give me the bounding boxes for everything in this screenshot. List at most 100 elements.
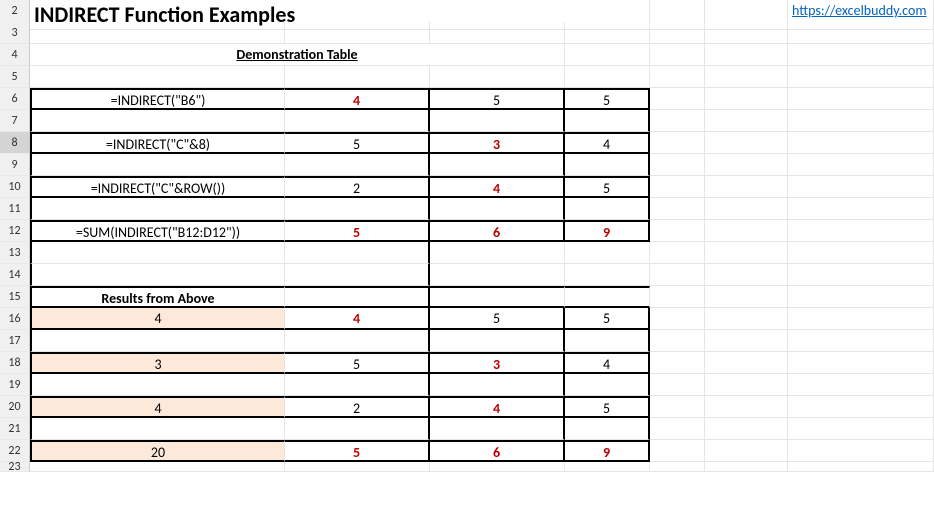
row-header[interactable]: 15 — [0, 286, 30, 308]
cell[interactable] — [30, 66, 285, 88]
cell[interactable] — [430, 22, 565, 44]
cell[interactable] — [705, 44, 788, 66]
cell-result[interactable]: 4 — [30, 396, 285, 418]
cell[interactable] — [788, 198, 934, 220]
cell[interactable] — [565, 330, 650, 352]
cell[interactable] — [565, 418, 650, 440]
cell[interactable] — [30, 330, 285, 352]
cell[interactable] — [705, 132, 788, 154]
cell-value[interactable]: 4 — [565, 132, 650, 154]
cell[interactable] — [705, 286, 788, 308]
cell[interactable] — [430, 418, 565, 440]
cell-value[interactable]: 5 — [565, 88, 650, 110]
cell[interactable] — [650, 220, 705, 242]
cell-value[interactable]: 4 — [430, 176, 565, 198]
cell-value[interactable]: 6 — [430, 440, 565, 462]
cell[interactable] — [565, 110, 650, 132]
row-header[interactable]: 6 — [0, 88, 30, 110]
cell-value[interactable]: 4 — [285, 308, 430, 330]
cell[interactable] — [705, 308, 788, 330]
cell-value[interactable]: 5 — [565, 308, 650, 330]
cell[interactable] — [30, 264, 285, 286]
cell[interactable] — [285, 418, 430, 440]
cell[interactable] — [650, 264, 705, 286]
cell[interactable] — [788, 374, 934, 396]
cell[interactable] — [788, 66, 934, 88]
cell[interactable] — [430, 462, 565, 472]
cell-value[interactable]: 9 — [565, 220, 650, 242]
cell[interactable] — [788, 352, 934, 374]
cell[interactable] — [650, 176, 705, 198]
cell[interactable] — [705, 330, 788, 352]
cell[interactable] — [565, 242, 650, 264]
row-header[interactable]: 11 — [0, 198, 30, 220]
cell[interactable] — [788, 264, 934, 286]
cell-result[interactable]: 20 — [30, 440, 285, 462]
cell-value[interactable]: 9 — [565, 440, 650, 462]
row-header[interactable]: 12 — [0, 220, 30, 242]
cell[interactable] — [705, 176, 788, 198]
cell[interactable] — [650, 22, 705, 44]
cell[interactable] — [788, 154, 934, 176]
cell[interactable] — [650, 154, 705, 176]
cell[interactable] — [430, 66, 565, 88]
cell[interactable] — [788, 132, 934, 154]
cell-value[interactable]: 5 — [430, 88, 565, 110]
cell[interactable] — [565, 66, 650, 88]
cell[interactable] — [788, 286, 934, 308]
cell[interactable] — [30, 242, 285, 264]
row-header[interactable]: 16 — [0, 308, 30, 330]
row-header[interactable]: 4 — [0, 44, 30, 66]
row-header[interactable]: 18 — [0, 352, 30, 374]
cell[interactable] — [705, 418, 788, 440]
row-header[interactable]: 13 — [0, 242, 30, 264]
cell[interactable] — [705, 374, 788, 396]
cell[interactable] — [565, 462, 650, 472]
cell[interactable] — [565, 154, 650, 176]
cell[interactable] — [285, 242, 430, 264]
cell[interactable] — [705, 198, 788, 220]
cell[interactable] — [788, 44, 934, 66]
cell[interactable] — [705, 66, 788, 88]
cell-formula[interactable]: =INDIRECT("B6") — [30, 88, 285, 110]
cell[interactable] — [30, 22, 285, 44]
cell-value[interactable]: 5 — [565, 396, 650, 418]
cell[interactable] — [285, 110, 430, 132]
cell[interactable] — [705, 462, 788, 472]
row-header[interactable]: 9 — [0, 154, 30, 176]
cell[interactable] — [788, 462, 934, 472]
cell[interactable] — [30, 154, 285, 176]
cell[interactable] — [285, 462, 430, 472]
cell[interactable] — [788, 22, 934, 44]
row-header[interactable]: 22 — [0, 440, 30, 462]
cell-result[interactable]: 3 — [30, 352, 285, 374]
cell[interactable] — [430, 264, 565, 286]
cell[interactable] — [705, 220, 788, 242]
cell-formula[interactable]: =INDIRECT("C"&ROW()) — [30, 176, 285, 198]
cell[interactable] — [285, 66, 430, 88]
cell[interactable] — [430, 110, 565, 132]
row-header[interactable]: 19 — [0, 374, 30, 396]
cell[interactable] — [285, 286, 430, 308]
row-header[interactable]: 21 — [0, 418, 30, 440]
cell[interactable] — [30, 418, 285, 440]
cell[interactable] — [430, 286, 565, 308]
cell[interactable] — [788, 308, 934, 330]
cell[interactable] — [705, 110, 788, 132]
row-header[interactable]: 20 — [0, 396, 30, 418]
cell[interactable] — [705, 396, 788, 418]
cell[interactable] — [705, 352, 788, 374]
row-header[interactable]: 23 — [0, 462, 30, 472]
cell[interactable] — [650, 462, 705, 472]
cell-value[interactable]: 4 — [565, 352, 650, 374]
cell[interactable] — [788, 330, 934, 352]
cell[interactable] — [705, 242, 788, 264]
cell[interactable] — [705, 154, 788, 176]
cell[interactable] — [285, 374, 430, 396]
cell[interactable] — [30, 110, 285, 132]
cell[interactable] — [788, 176, 934, 198]
row-header[interactable]: 5 — [0, 66, 30, 88]
cell[interactable] — [705, 440, 788, 462]
cell[interactable] — [788, 110, 934, 132]
row-header[interactable]: 10 — [0, 176, 30, 198]
